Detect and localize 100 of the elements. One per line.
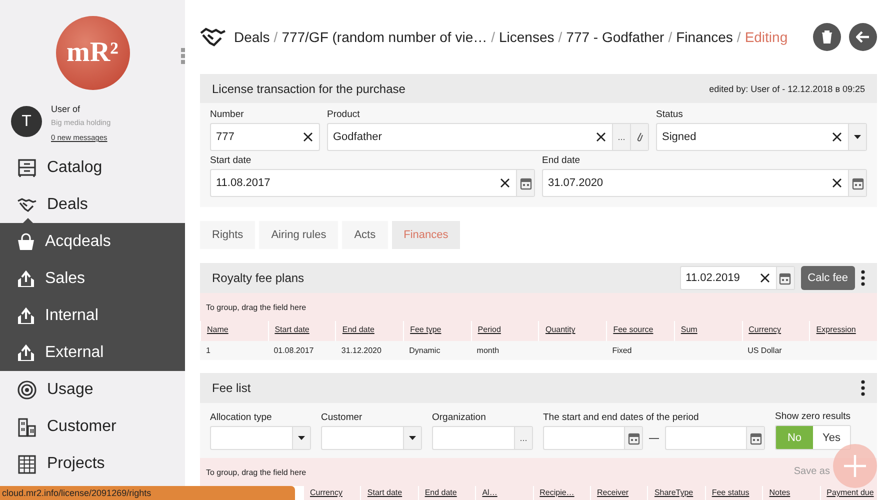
submenu-item[interactable]: Sales	[0, 260, 185, 297]
calc-fee-button[interactable]: Calc fee	[800, 266, 855, 290]
field-label: Product	[327, 109, 361, 120]
calendar-icon[interactable]	[778, 271, 792, 286]
clear-icon[interactable]	[303, 132, 313, 142]
breadcrumb-item[interactable]: Licenses	[499, 28, 554, 45]
breadcrumb-separator: /	[736, 28, 741, 45]
column-header[interactable]: Name	[200, 321, 268, 342]
column-header[interactable]: ShareType	[647, 486, 705, 500]
building-icon	[17, 416, 37, 436]
column-header[interactable]: Sum	[674, 321, 742, 342]
submenu-item[interactable]: External	[0, 334, 185, 371]
tray-upload-icon	[17, 344, 35, 362]
caret-icon[interactable]	[854, 135, 861, 140]
breadcrumb-item[interactable]: Finances	[676, 28, 733, 45]
edited-info: edited by: User of - 12.12.2018 в 09:25	[709, 84, 865, 94]
browse-button[interactable]: ...	[514, 427, 532, 449]
select-field[interactable]	[210, 426, 311, 450]
nav-item[interactable]: Customer	[0, 408, 185, 445]
clear-icon[interactable]	[832, 178, 842, 188]
back-button[interactable]	[849, 22, 877, 51]
tray-upload-icon	[17, 306, 35, 324]
more-icon[interactable]	[861, 270, 865, 286]
nav-item[interactable]: Projects	[0, 445, 185, 482]
table-cell: 01.08.2017	[268, 341, 336, 360]
tab[interactable]: Rights	[200, 221, 256, 250]
field-label: Status	[656, 109, 684, 120]
date-field[interactable]: 11.02.2019	[680, 266, 795, 290]
plus-icon	[843, 454, 867, 478]
table-cell: US Dollar	[742, 341, 810, 360]
target-icon	[17, 380, 37, 400]
column-header[interactable]: Quantity	[538, 321, 606, 342]
field-label: Show zero results	[775, 411, 851, 422]
basket-icon	[17, 232, 35, 250]
column-header[interactable]: Fee type	[403, 321, 471, 342]
date-field[interactable]: 31.07.2020	[542, 169, 867, 198]
trash-icon	[821, 30, 833, 44]
column-header[interactable]: Fee source	[606, 321, 674, 342]
input-field[interactable]: 777	[210, 123, 320, 152]
drag-handle-icon[interactable]	[181, 48, 185, 64]
column-header[interactable]: Recipie…	[532, 486, 590, 500]
calendar-icon[interactable]	[850, 176, 864, 190]
table-cell: Fixed	[606, 341, 674, 360]
column-header[interactable]: Notes	[762, 486, 820, 500]
column-header[interactable]: Payment due	[820, 486, 878, 500]
select-field[interactable]	[321, 426, 422, 450]
link-button[interactable]	[630, 124, 648, 150]
avatar: T	[11, 106, 42, 137]
column-header[interactable]: Start date	[268, 321, 336, 342]
field-label: Organization	[432, 412, 487, 423]
tray-upload-icon	[17, 270, 35, 288]
nav-item[interactable]: Deals	[0, 186, 185, 223]
calendar-icon[interactable]	[748, 431, 762, 445]
calendar-icon[interactable]	[518, 176, 532, 190]
group-hint: To group, drag the field here	[206, 302, 306, 312]
group-drop-zone[interactable]: To group, drag the field here	[200, 293, 877, 322]
nav-item[interactable]: Usage	[0, 371, 185, 408]
toggle-option[interactable]: Yes	[813, 426, 850, 449]
column-header[interactable]: Currency	[742, 321, 810, 342]
column-header[interactable]: End date	[335, 321, 404, 342]
table-cell: 1	[200, 341, 268, 360]
submenu-item[interactable]: Internal	[0, 297, 185, 334]
date-field[interactable]: 11.08.2017	[210, 169, 535, 198]
column-header[interactable]: Currency	[303, 486, 360, 500]
clear-icon[interactable]	[832, 132, 842, 142]
column-header[interactable]: End date	[418, 486, 476, 500]
delete-button[interactable]	[813, 22, 841, 51]
select-field[interactable]: Signed	[656, 123, 867, 152]
tab[interactable]: Airing rules	[259, 221, 338, 250]
column-header[interactable]: Start date	[360, 486, 418, 500]
logo: mR²	[56, 16, 130, 90]
column-header[interactable]: Fee status	[704, 486, 762, 500]
column-header[interactable]: Expression	[809, 321, 877, 342]
input-field[interactable]: ...	[432, 426, 533, 450]
column-header[interactable]: Receiver	[590, 486, 648, 500]
breadcrumb-item: Editing	[744, 28, 788, 45]
dropdown-button[interactable]	[848, 124, 866, 150]
caret-icon[interactable]	[409, 436, 416, 440]
tab[interactable]: Acts	[342, 221, 388, 250]
breadcrumb-item[interactable]: 777 - Godfather	[566, 28, 664, 45]
breadcrumb-item[interactable]: 777/GF (random number of vie…	[282, 28, 488, 45]
caret-icon[interactable]	[298, 436, 305, 440]
clear-icon[interactable]	[760, 273, 770, 284]
back-arrow-icon	[856, 30, 870, 43]
input-field[interactable]: Godfather ...	[327, 123, 649, 152]
clear-icon[interactable]	[596, 132, 606, 142]
clear-icon[interactable]	[500, 178, 510, 188]
more-icon[interactable]	[861, 380, 865, 396]
columns-icon	[17, 454, 37, 474]
date-field[interactable]	[543, 426, 643, 450]
group-drop-zone[interactable]: To group, drag the field here Save as	[200, 458, 877, 486]
date-field[interactable]	[665, 426, 765, 450]
field-label: Start date	[210, 155, 252, 166]
column-header[interactable]: Al…	[475, 486, 533, 500]
browse-button[interactable]: ...	[612, 124, 630, 150]
breadcrumb-item[interactable]: Deals	[234, 28, 270, 45]
column-header[interactable]: Period	[470, 321, 538, 342]
calendar-icon[interactable]	[626, 431, 640, 445]
submenu-item[interactable]: Acqdeals	[0, 223, 185, 260]
nav-item[interactable]: Catalog	[0, 149, 185, 186]
